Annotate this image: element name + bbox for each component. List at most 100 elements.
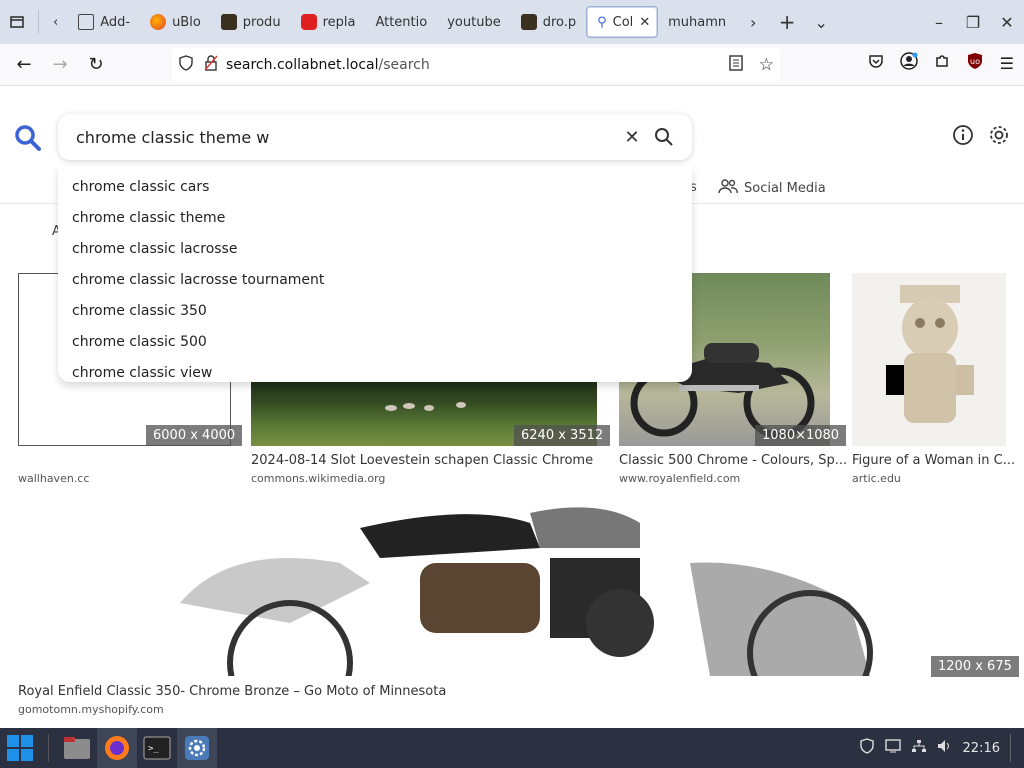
tab-produ[interactable]: produ: [211, 6, 291, 38]
tab-label: Social Media: [744, 180, 826, 196]
terminal-icon: [220, 14, 237, 30]
list-tabs-icon[interactable]: ⌄: [804, 6, 838, 38]
tab-replace[interactable]: repla: [291, 6, 366, 38]
search-icon: ⚲: [597, 14, 607, 30]
result-title[interactable]: Classic 500 Chrome - Colours, Sp...: [619, 453, 847, 468]
start-menu-icon[interactable]: [0, 728, 40, 768]
navigation-bar: ← → ↻ search.collabnet.local/search ☆ uo…: [0, 44, 1024, 86]
account-icon[interactable]: [899, 52, 918, 74]
result-source[interactable]: www.royalenfield.com: [619, 472, 740, 485]
search-logo-icon[interactable]: [14, 124, 42, 152]
tab-label: uBlo: [172, 14, 201, 30]
tab-ublock[interactable]: uBlo: [140, 6, 211, 38]
tab-label: muhamn: [668, 14, 727, 30]
terminal-icon[interactable]: >_: [137, 728, 177, 768]
tab-addons[interactable]: Add-: [68, 6, 140, 38]
maximize-icon[interactable]: ❐: [956, 6, 990, 38]
search-icon[interactable]: [648, 121, 680, 153]
suggestion-item[interactable]: chrome classic cars: [58, 172, 692, 203]
result-image[interactable]: [852, 273, 1006, 446]
pocket-icon[interactable]: [868, 53, 884, 73]
result-title[interactable]: Royal Enfield Classic 350- Chrome Bronze…: [18, 684, 446, 699]
tab-label: dro.p: [542, 14, 577, 30]
tab-label: Attentio: [375, 14, 428, 30]
search-input[interactable]: [76, 127, 616, 147]
result-source[interactable]: commons.wikimedia.org: [251, 472, 385, 485]
tab-overview-icon[interactable]: [0, 6, 34, 38]
url-path: /search: [378, 57, 430, 73]
suggestion-dropdown: chrome classic cars chrome classic theme…: [58, 166, 692, 382]
tab-collabnet[interactable]: ⚲ Col ✕: [586, 6, 659, 38]
info-icon[interactable]: [952, 124, 974, 150]
svg-text:uo: uo: [970, 57, 980, 66]
result-title[interactable]: Figure of a Woman in C...: [852, 453, 1015, 468]
settings-icon[interactable]: [177, 728, 217, 768]
close-window-icon[interactable]: ✕: [990, 6, 1024, 38]
url-text[interactable]: search.collabnet.local/search: [226, 57, 430, 73]
image-dimensions: 6000 x 4000: [146, 425, 243, 446]
url-bar[interactable]: search.collabnet.local/search ☆: [172, 48, 780, 82]
people-icon: [718, 178, 738, 198]
tab-youtube[interactable]: youtube: [437, 6, 510, 38]
reader-view-icon[interactable]: [729, 55, 743, 75]
url-host: search.collabnet.local: [226, 57, 379, 73]
tab-attention[interactable]: Attentio: [365, 6, 437, 38]
network-icon[interactable]: [911, 739, 927, 757]
tab-label: youtube: [447, 14, 501, 30]
file-manager-icon[interactable]: [57, 728, 97, 768]
result-source[interactable]: gomotomn.myshopify.com: [18, 703, 164, 716]
forward-button[interactable]: →: [42, 49, 78, 81]
security-shield-icon[interactable]: [859, 738, 875, 758]
chevron-left-icon: ‹: [53, 14, 59, 30]
ublock-icon[interactable]: uo: [966, 52, 984, 74]
settings-gear-icon[interactable]: [988, 124, 1010, 150]
image-dimensions: 1080×1080: [755, 425, 847, 446]
suggestion-item[interactable]: chrome classic view: [58, 358, 692, 389]
tab-muhammad[interactable]: muhamn: [658, 6, 736, 38]
header-actions: [952, 124, 1010, 150]
result-source[interactable]: wallhaven.cc: [18, 472, 89, 485]
shield-icon[interactable]: [178, 55, 194, 75]
system-tray: 22:16: [859, 728, 1024, 768]
suggestion-item[interactable]: chrome classic lacrosse: [58, 234, 692, 265]
tab-drop[interactable]: dro.p: [511, 6, 586, 38]
show-desktop-button[interactable]: [1010, 734, 1014, 762]
chevron-right-icon[interactable]: ›: [736, 6, 770, 38]
new-tab-icon[interactable]: +: [770, 6, 804, 38]
firefox-icon: [150, 14, 167, 30]
tab-label: produ: [242, 14, 281, 30]
page-content: ✕ es Social Media A chrome classic cars …: [0, 86, 1024, 726]
search-box[interactable]: ✕: [58, 114, 692, 160]
tab-label: repla: [322, 14, 356, 30]
minimize-icon[interactable]: –: [922, 6, 956, 38]
bookmark-star-icon[interactable]: ☆: [759, 55, 774, 75]
extensions-icon[interactable]: [934, 53, 950, 73]
clear-icon[interactable]: ✕: [616, 121, 648, 153]
result-source[interactable]: artic.edu: [852, 472, 901, 485]
volume-icon[interactable]: [937, 739, 953, 757]
suggestion-item[interactable]: chrome classic lacrosse tournament: [58, 265, 692, 296]
image-dimensions: 6240 x 3512: [514, 425, 611, 446]
display-icon[interactable]: [884, 739, 901, 757]
tab-label: Add-: [100, 14, 131, 30]
lock-icon[interactable]: [204, 55, 218, 75]
suggestion-item[interactable]: chrome classic 350: [58, 296, 692, 327]
result-image[interactable]: [170, 503, 890, 676]
reload-button[interactable]: ↻: [78, 49, 114, 81]
tab-label: Col: [612, 14, 634, 30]
tab-social-media[interactable]: Social Media: [718, 178, 826, 198]
close-icon[interactable]: ✕: [639, 15, 650, 30]
clock[interactable]: 22:16: [963, 741, 1000, 756]
menu-icon[interactable]: ☰: [1000, 54, 1014, 73]
tab-back[interactable]: ‹: [43, 6, 68, 38]
terminal-icon: [520, 14, 537, 30]
suggestion-item[interactable]: chrome classic theme: [58, 203, 692, 234]
firefox-icon[interactable]: [97, 728, 137, 768]
youtube-icon: [300, 14, 317, 30]
svg-text:>_: >_: [148, 744, 159, 754]
puzzle-icon: [78, 14, 95, 30]
back-button[interactable]: ←: [6, 49, 42, 81]
result-title[interactable]: 2024-08-14 Slot Loevestein schapen Class…: [251, 453, 593, 468]
image-dimensions: 1200 x 675: [931, 656, 1019, 677]
suggestion-item[interactable]: chrome classic 500: [58, 327, 692, 358]
